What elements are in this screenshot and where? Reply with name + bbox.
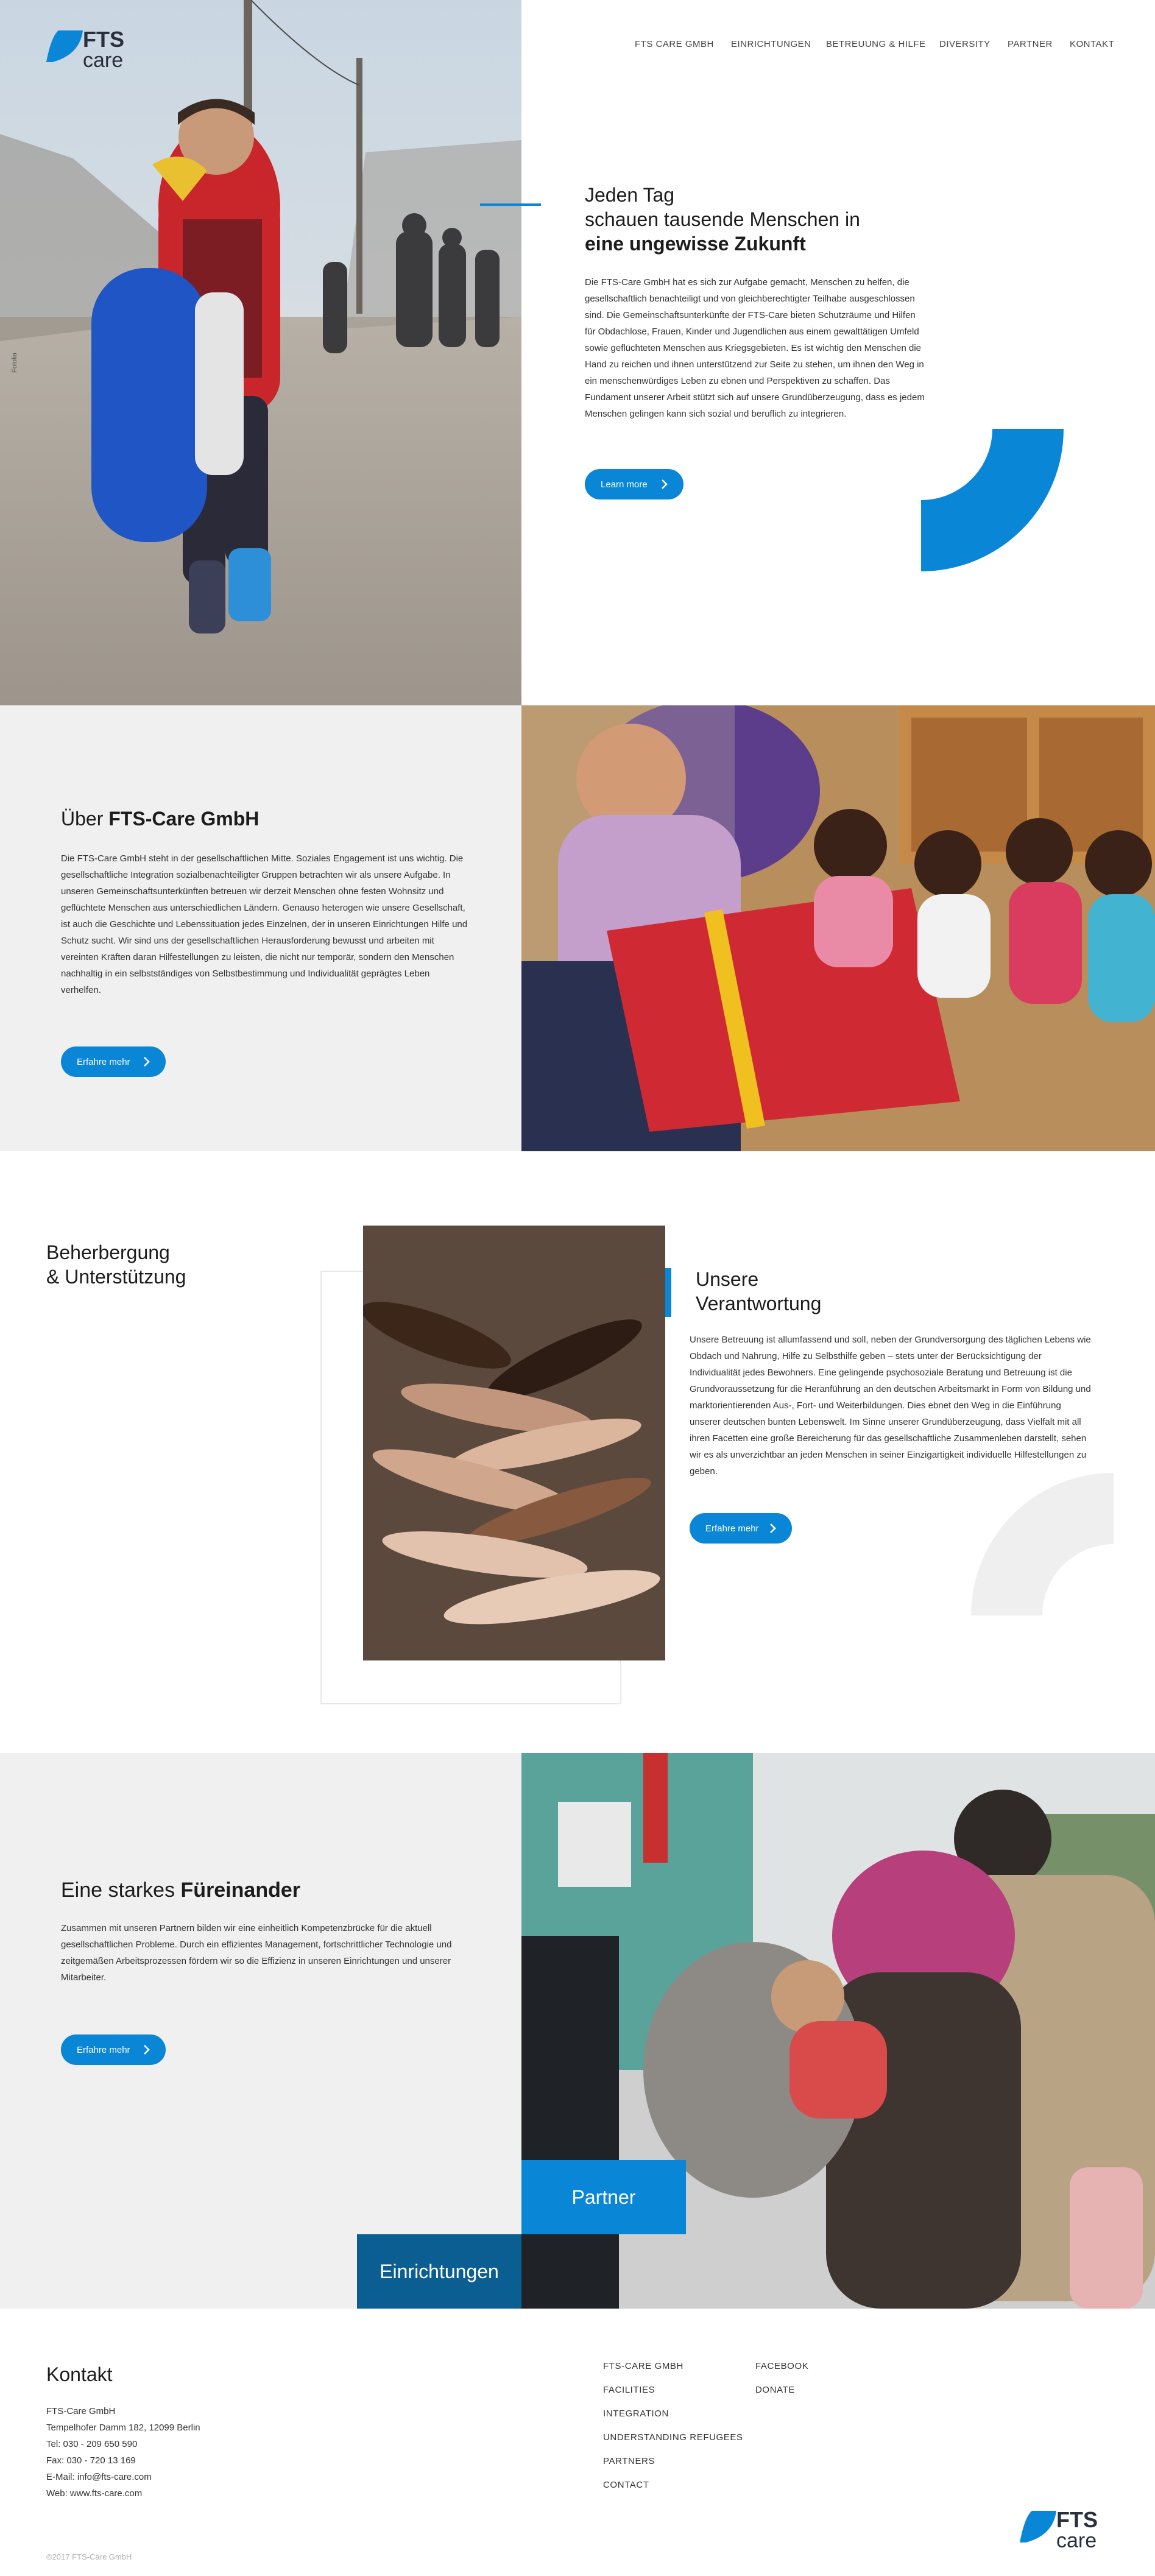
learn-more-label: Learn more [601, 479, 648, 490]
about-heading: Über FTS-Care GmbH [61, 808, 259, 830]
chevron-right-icon [662, 479, 668, 489]
support-heading-line1: Unsere [696, 1268, 759, 1290]
support-side-line2: & Unterstützung [46, 1266, 186, 1288]
together-body: Zusammen mit unseren Partnern bilden wir… [61, 1923, 452, 1983]
site-logo[interactable]: FTS care [46, 28, 144, 74]
footer-link-facilities[interactable]: FACILITIES [603, 2385, 655, 2395]
hero-heading-bold: eine ungewisse Zukunft [585, 233, 806, 255]
facilities-tile-label: Einrichtungen [380, 2260, 499, 2282]
footer-link-contact[interactable]: CONTACT [603, 2480, 649, 2490]
nav-item-fts-care[interactable]: FTS CARE GMBH [635, 39, 714, 49]
chevron-right-icon [144, 1057, 150, 1067]
together-heading-plain: Eine starkes [61, 1879, 181, 1902]
about-photo [521, 705, 1155, 1151]
footer-link-partners[interactable]: PARTNERS [603, 2456, 655, 2466]
support-heading: Unsere Verantwortung [696, 1267, 821, 1316]
chevron-right-icon [144, 2045, 150, 2055]
logo-text-bottom: care [83, 49, 124, 72]
footer-link-facebook[interactable]: FACEBOOK [755, 2361, 808, 2371]
support-side-heading: Beherbergung & Unterstützung [46, 1240, 186, 1289]
nav-item-diversity[interactable]: DIVERSITY [939, 39, 991, 49]
photo-credit: Fotolia [11, 352, 18, 373]
support-quarter-circle-decor [971, 1473, 1114, 1615]
footer-heading: Kontakt [46, 2363, 113, 2385]
hero-body: Die FTS-Care GmbH hat es sich zur Aufgab… [585, 277, 925, 419]
main-nav: FTS CARE GMBH EINRICHTUNGEN BETREUUNG & … [635, 39, 1116, 54]
copyright: ©2017 FTS-Care GmbH [46, 2552, 132, 2561]
together-more-button[interactable]: Erfahre mehr [61, 2034, 166, 2065]
together-more-label: Erfahre mehr [77, 2044, 130, 2055]
logo-mark-icon [1020, 2511, 1056, 2542]
chevron-right-icon [770, 1523, 776, 1533]
footer-logo-text-top: FTS [1056, 2507, 1098, 2532]
support-more-label: Erfahre mehr [705, 1523, 759, 1534]
address-street: Tempelhofer Damm 182, 12099 Berlin [46, 2422, 200, 2433]
address-fax: Fax: 030 - 720 13 169 [46, 2455, 136, 2466]
support-body: Unsere Betreuung ist allumfassend und so… [690, 1335, 1091, 1477]
together-panel [0, 1753, 521, 2309]
about-heading-plain: Über [61, 808, 109, 830]
footer-address: FTS-Care GmbH Tempelhofer Damm 182, 1209… [46, 2403, 200, 2502]
footer-link-fts-care[interactable]: FTS-CARE GMBH [603, 2361, 683, 2371]
footer-link-understanding-refugees[interactable]: UNDERSTANDING REFUGEES [603, 2432, 743, 2443]
about-heading-bold: FTS-Care GmbH [108, 808, 260, 830]
nav-item-einrichtungen[interactable]: EINRICHTUNGEN [731, 39, 811, 49]
logo-mark-icon [46, 30, 83, 62]
facilities-tile[interactable]: Einrichtungen [357, 2234, 521, 2309]
address-web[interactable]: Web: www.fts-care.com [46, 2485, 200, 2502]
support-more-button[interactable]: Erfahre mehr [690, 1513, 792, 1544]
partner-tile-label: Partner [571, 2186, 636, 2208]
nav-item-partner[interactable]: PARTNER [1008, 39, 1053, 49]
footer-logo-text-bottom: care [1056, 2529, 1097, 2552]
nav-item-betreuung[interactable]: BETREUUNG & HILFE [826, 39, 926, 49]
nav-item-kontakt[interactable]: KONTAKT [1070, 39, 1114, 49]
support-accent-bar [665, 1268, 671, 1317]
hero-heading: Jeden Tag schauen tausende Menschen in e… [585, 183, 950, 256]
logo-text-top: FTS [83, 27, 124, 52]
hero-heading-line1: Jeden Tag [585, 184, 675, 206]
learn-more-button[interactable]: Learn more [585, 469, 683, 499]
partner-tile[interactable]: Partner [521, 2160, 686, 2234]
hero-heading-line2: schauen tausende Menschen in [585, 208, 860, 230]
hands-photo [363, 1226, 665, 1660]
footer-logo[interactable]: FTS care [1020, 2508, 1117, 2555]
support-side-line1: Beherbergung [46, 1241, 170, 1263]
address-phone: Tel: 030 - 209 650 590 [46, 2439, 138, 2449]
about-more-label: Erfahre mehr [77, 1056, 130, 1067]
support-heading-line2: Verantwortung [696, 1293, 822, 1314]
about-body: Die FTS-Care GmbH steht in der gesellsch… [61, 853, 468, 995]
address-company: FTS-Care GmbH [46, 2406, 116, 2416]
footer-link-donate[interactable]: DONATE [755, 2385, 795, 2395]
hero-photo [0, 0, 521, 705]
hero-accent-line [480, 203, 541, 206]
together-heading: Eine starkes Füreinander [61, 1879, 300, 1902]
footer-link-integration[interactable]: INTEGRATION [603, 2408, 669, 2419]
hero-quarter-circle-decor [921, 429, 1064, 571]
together-heading-bold: Füreinander [180, 1879, 301, 1902]
address-email[interactable]: E-Mail: info@fts-care.com [46, 2469, 200, 2485]
about-more-button[interactable]: Erfahre mehr [61, 1046, 166, 1077]
